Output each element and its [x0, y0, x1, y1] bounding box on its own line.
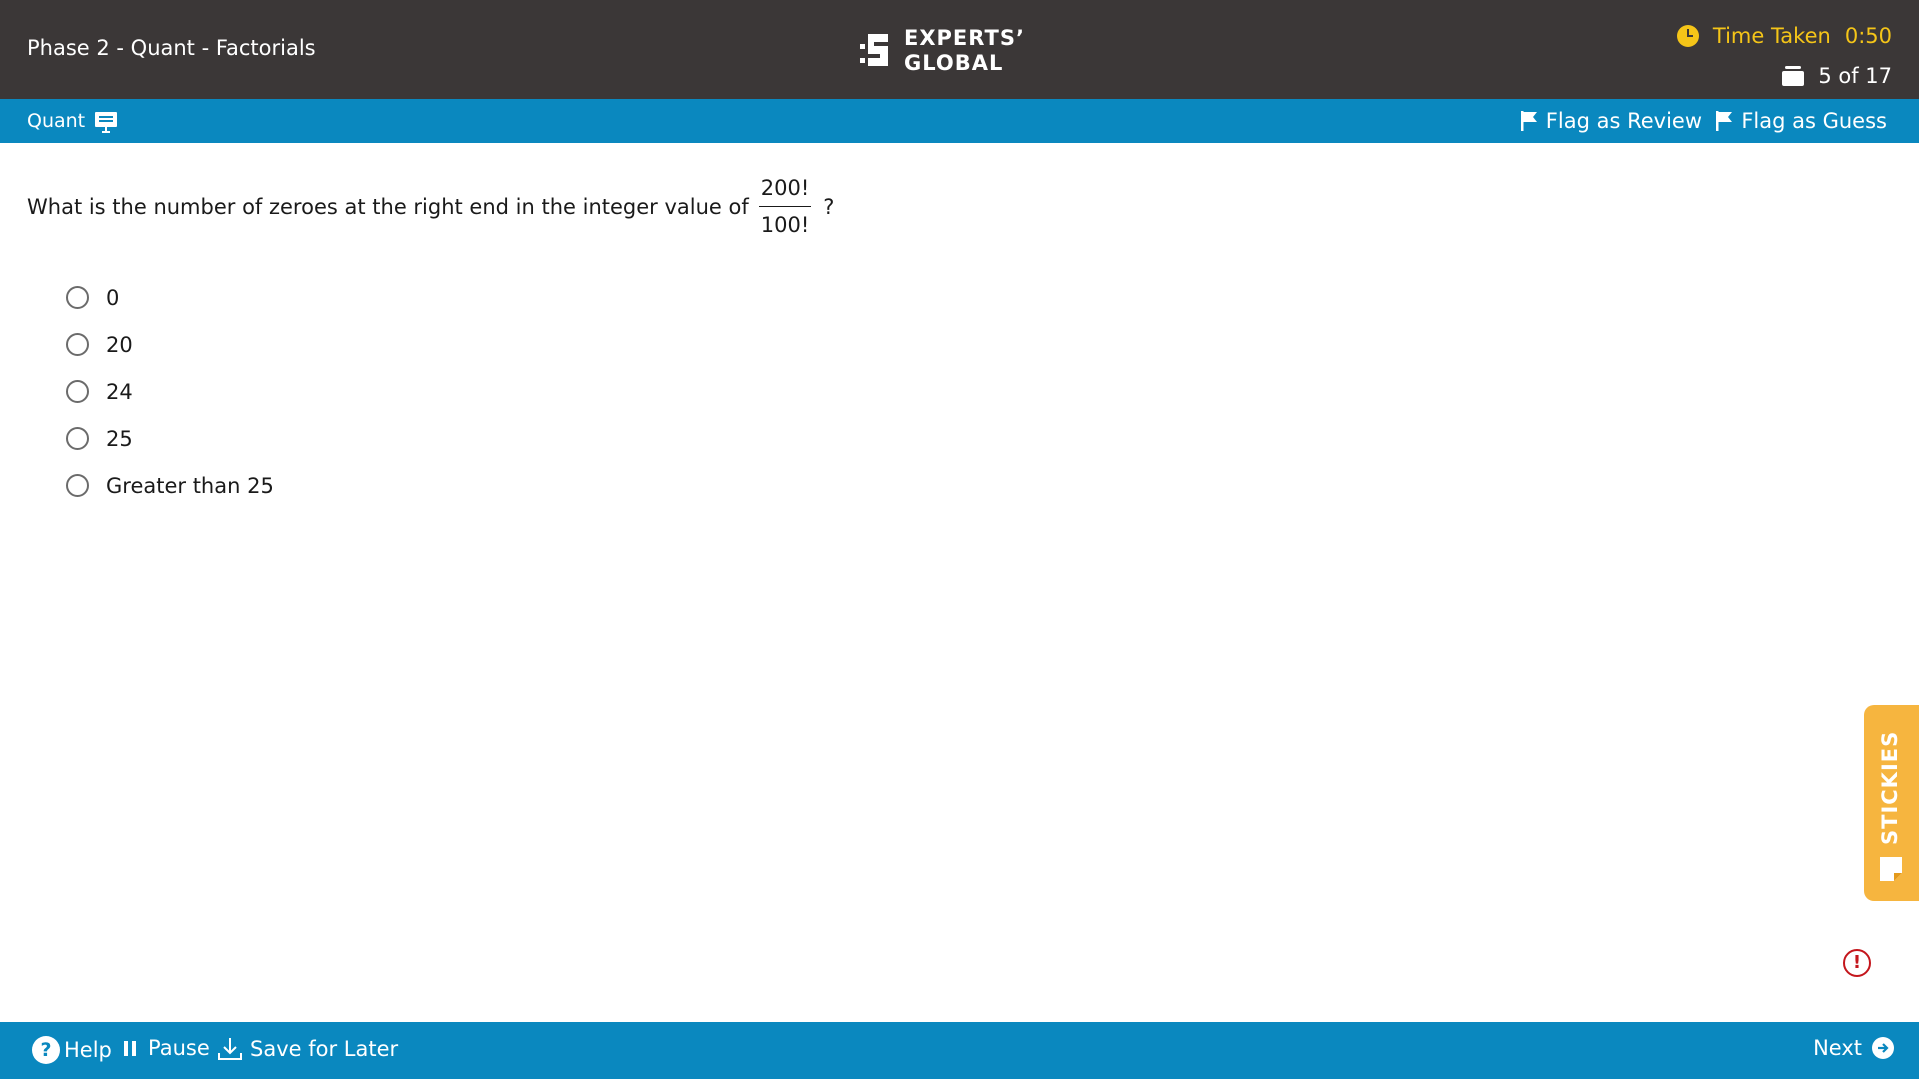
question-stack-icon	[1782, 66, 1805, 86]
question-progress: 5 of 17	[1782, 64, 1892, 88]
help-icon: ?	[32, 1036, 60, 1064]
flag-guess-label: Flag as Guess	[1741, 109, 1887, 133]
option-label: 24	[106, 379, 133, 404]
logo-mark-icon	[860, 34, 888, 66]
progress-text: 5 of 17	[1818, 64, 1892, 88]
next-button[interactable]: Next	[1813, 1036, 1894, 1060]
answer-option[interactable]: 20	[66, 321, 274, 368]
top-header: Phase 2 - Quant - Factorials EXPERTS’ GL…	[0, 0, 1919, 99]
bottom-toolbar: ? Help Pause Save for Later Next	[0, 1022, 1919, 1079]
save-for-later-button[interactable]: Save for Later	[217, 1036, 398, 1062]
help-label: Help	[64, 1038, 112, 1062]
section-bar: Quant Flag as Review Flag as Guess	[0, 99, 1919, 143]
option-label: 25	[106, 426, 133, 451]
logo-line-2: GLOBAL	[904, 51, 1004, 75]
clock-icon	[1676, 25, 1699, 47]
save-label: Save for Later	[250, 1037, 399, 1061]
arrow-right-icon	[1872, 1037, 1894, 1059]
timer-label: Time Taken	[1712, 24, 1831, 48]
answer-option[interactable]: 24	[66, 368, 274, 415]
fraction-numerator: 200!	[758, 176, 812, 207]
radio-button[interactable]	[66, 333, 89, 356]
radio-button[interactable]	[66, 380, 89, 403]
help-button[interactable]: ? Help	[32, 1036, 112, 1064]
timer-value: 0:50	[1844, 24, 1892, 48]
logo-line-1: EXPERTS’	[904, 26, 1025, 50]
pause-icon	[124, 1040, 140, 1056]
pause-label: Pause	[148, 1036, 210, 1060]
option-label: Greater than 25	[106, 473, 274, 498]
stickies-tab[interactable]: STICKIES	[1864, 705, 1919, 901]
flag-as-guess-button[interactable]: Flag as Guess	[1715, 109, 1887, 133]
stickies-label: STICKIES	[1878, 730, 1902, 845]
fraction-denominator: 100!	[760, 213, 810, 237]
question-mark: ?	[823, 194, 835, 219]
flag-icon	[1716, 111, 1733, 131]
radio-button[interactable]	[66, 474, 89, 497]
sticky-note-icon	[1880, 857, 1902, 881]
download-icon	[218, 1038, 242, 1060]
exam-title: Phase 2 - Quant - Factorials	[27, 36, 316, 60]
flag-review-label: Flag as Review	[1545, 109, 1702, 133]
flag-icon	[1520, 111, 1537, 131]
answer-option[interactable]: 25	[66, 415, 274, 462]
option-label: 20	[106, 332, 133, 357]
report-error-icon[interactable]: !	[1843, 949, 1871, 977]
radio-button[interactable]	[66, 286, 89, 309]
question-stem: What is the number of zeroes at the righ…	[27, 176, 834, 237]
option-label: 0	[106, 285, 120, 310]
calculator-icon[interactable]	[94, 110, 118, 134]
answer-options: 0 20 24 25 Greater than 25	[66, 274, 274, 509]
answer-option[interactable]: Greater than 25	[66, 462, 274, 509]
timer: Time Taken 0:50	[1676, 24, 1892, 48]
question-text: What is the number of zeroes at the righ…	[27, 194, 749, 219]
flag-as-review-button[interactable]: Flag as Review	[1520, 109, 1702, 133]
pause-button[interactable]: Pause	[124, 1036, 210, 1060]
answer-option[interactable]: 0	[66, 274, 274, 321]
fraction: 200! 100!	[758, 176, 812, 237]
next-label: Next	[1813, 1036, 1862, 1060]
radio-button[interactable]	[66, 427, 89, 450]
experts-global-logo: EXPERTS’ GLOBAL	[860, 26, 1025, 75]
section-label: Quant	[27, 110, 86, 132]
